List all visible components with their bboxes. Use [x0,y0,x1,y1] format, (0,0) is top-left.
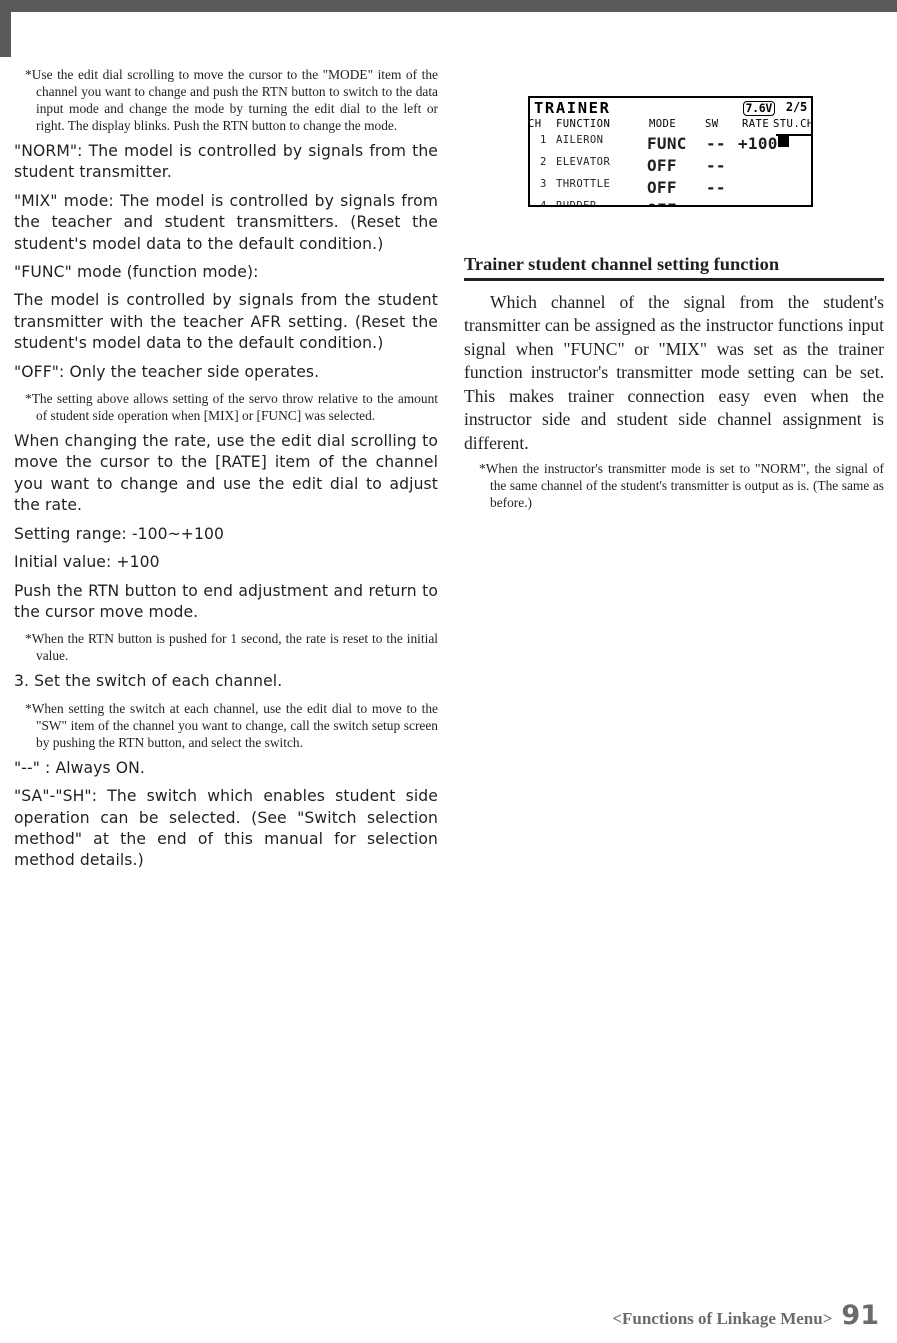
manual-page: *Use the edit dial scrolling to move the… [0,0,897,1343]
lcd-channel-row[interactable]: 4 RUDDER OFF -- [530,200,811,207]
section-heading: Trainer student channel setting function [464,254,780,274]
lcd-channel-row[interactable]: 2 ELEVATOR OFF -- [530,156,811,175]
lcd-channel-row[interactable]: 1 AILERON FUNC -- +100 CH1 [530,134,811,153]
lcd-row-mode[interactable]: FUNC [647,134,687,153]
lcd-col-function: FUNCTION [556,118,611,130]
section-heading-rule [464,278,884,281]
lcd-col-stu-ch: STU.CH [773,118,813,130]
note-rtn-one-second: *When the RTN button is pushed for 1 sec… [25,631,438,664]
lcd-row-ch: 4 [540,200,547,207]
lcd-row-rate[interactable]: +100 [738,134,778,153]
lcd-row-sw[interactable]: -- [706,156,726,175]
lcd-row-ch: 2 [540,156,547,168]
paragraph-switch-sa-sh: "SA"-"SH": The switch which enables stud… [14,787,438,870]
lcd-row-function: ELEVATOR [556,156,611,168]
footer-page-number: 91 [841,1300,879,1331]
lcd-row-mode[interactable]: OFF [647,178,677,197]
paragraph-mix-mode: "MIX" mode: The model is controlled by s… [14,191,438,253]
paragraph-switch-always-on: "--" : Always ON. [14,758,145,777]
lcd-channel-row[interactable]: 3 THROTTLE OFF -- [530,178,811,197]
battery-voltage-badge: 7.6V [742,101,775,116]
note-edit-dial-mode: *Use the edit dial scrolling to move the… [25,67,438,133]
note-switch-setup: *When setting the switch at each channel… [25,700,438,750]
paragraph-off-mode: "OFF": Only the teacher side operates. [14,362,320,381]
lcd-screen-figure: TRAINER 7.6V 2/5 CH FUNCTION MODE SW RAT… [528,96,813,207]
footer-section-label: <Functions of Linkage Menu> [612,1309,833,1328]
paragraph-initial-value: Initial value: +100 [14,553,160,572]
paragraph-norm-mode: "NORM": The model is controlled by signa… [14,142,438,182]
paragraph-trainer-student-channel: Which channel of the signal from the stu… [464,291,884,454]
lcd-page-indicator: 2/5 [785,100,807,114]
lcd-row-sw[interactable]: -- [706,200,726,205]
paragraph-rate-change: When changing the rate, use the edit dia… [14,432,438,515]
paragraph-func-mode-body: The model is controlled by signals from … [14,291,438,353]
paragraph-setting-range: Setting range: -100~+100 [14,524,225,543]
right-column: Trainer student channel setting function… [464,253,884,518]
lcd-col-mode: MODE [649,118,677,130]
lcd-col-ch: CH [528,118,542,130]
page-footer: <Functions of Linkage Menu> 91 [612,1302,879,1329]
lcd-cursor-block [778,134,789,147]
left-column: *Use the edit dial scrolling to move the… [14,66,438,879]
page-left-edge-bar [0,0,11,57]
lcd-row-mode[interactable]: OFF [647,200,677,205]
lcd-row-ch: 3 [540,178,547,190]
lcd-row-sw[interactable]: -- [706,178,726,197]
lcd-column-header-row: CH FUNCTION MODE SW RATE STU.CH [530,118,811,132]
lcd-col-sw: SW [705,118,719,130]
lcd-row-sw[interactable]: -- [706,134,726,153]
lcd-row-ch: 1 [540,134,547,146]
note-instructor-norm-mode: *When the instructor's transmitter mode … [479,460,884,510]
lcd-title: TRAINER [534,99,611,117]
lcd-screen: TRAINER 7.6V 2/5 CH FUNCTION MODE SW RAT… [528,96,813,207]
step-3-set-switch: 3. Set the switch of each channel. [14,672,283,691]
page-top-edge-bar [0,0,897,12]
lcd-row-function: RUDDER [556,200,597,207]
lcd-row-function: THROTTLE [556,178,611,190]
lcd-row-stu-ch-selected[interactable]: CH1 [776,134,811,152]
lcd-row-mode[interactable]: OFF [647,156,677,175]
paragraph-push-rtn: Push the RTN button to end adjustment an… [14,581,438,621]
paragraph-func-mode-heading: "FUNC" mode (function mode): [14,263,259,282]
note-servo-throw: *The setting above allows setting of the… [25,391,438,424]
lcd-row-function: AILERON [556,134,604,146]
lcd-col-rate: RATE [742,118,770,130]
